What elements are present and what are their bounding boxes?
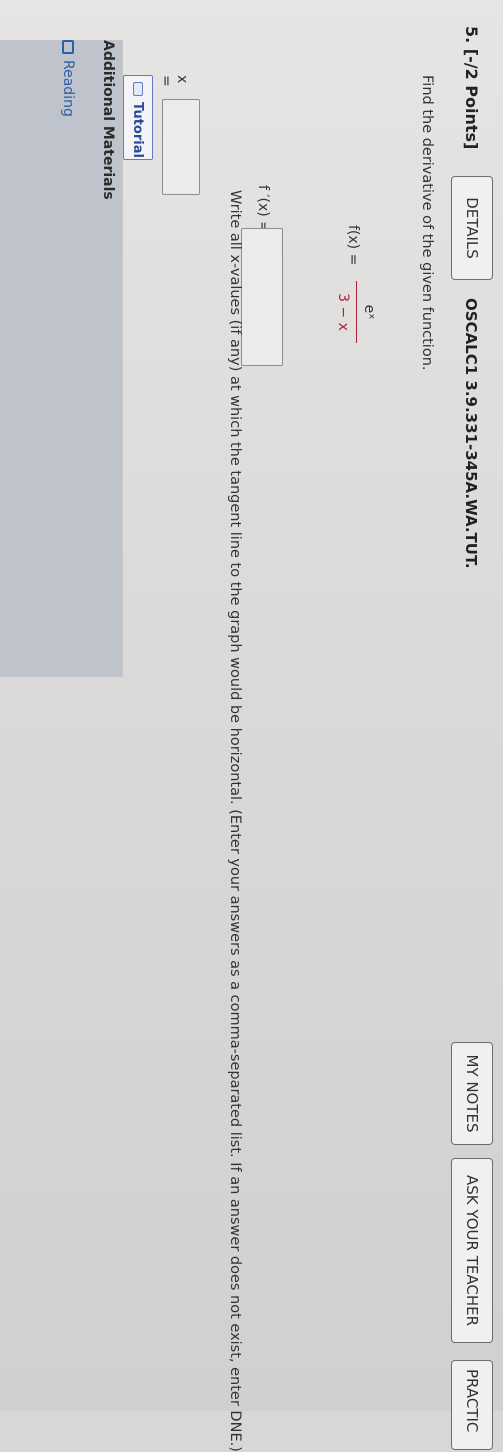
fraction-denominator: 3 − x [335,293,351,331]
question-panel: 5. [-/2 Points] DETAILS OSCALC1 3.9.331-… [0,0,503,1452]
materials-title: Additional Materials [100,40,116,200]
x-values-input[interactable] [162,99,200,195]
practice-button[interactable]: PRACTIC [451,1360,493,1450]
fraction-bar [356,281,357,343]
reading-label: Reading [60,60,76,117]
tutorial-icon [133,82,143,96]
fraction-numerator: eˣ [361,304,377,320]
ask-teacher-button[interactable]: ASK YOUR TEACHER [451,1158,493,1343]
derivative-label: f ′(x) = [255,185,271,233]
details-button[interactable]: DETAILS [451,176,493,280]
reading-link[interactable]: Reading [60,40,76,117]
question-code: OSCALC1 3.9.331-345A.WA.TUT. [462,298,480,569]
book-icon [62,40,74,54]
question-header: 5. [-/2 Points] DETAILS OSCALC1 3.9.331-… [447,0,495,1450]
my-notes-button[interactable]: MY NOTES [451,1042,493,1145]
question-points: 5. [-/2 Points] [462,26,481,150]
function-fraction: eˣ 3 − x [332,281,383,343]
additional-materials: Additional Materials Reading [0,40,123,677]
problem-prompt: Find the derivative of the given functio… [419,75,435,371]
horizontal-tangent-prompt: Write all x-values (if any) at which the… [227,190,243,1452]
derivative-input[interactable] [241,228,283,366]
x-values-label: x = [158,75,190,87]
function-label: f(x) = [345,225,361,266]
tutorial-button[interactable]: Tutorial [123,75,153,160]
tutorial-label: Tutorial [130,102,146,158]
